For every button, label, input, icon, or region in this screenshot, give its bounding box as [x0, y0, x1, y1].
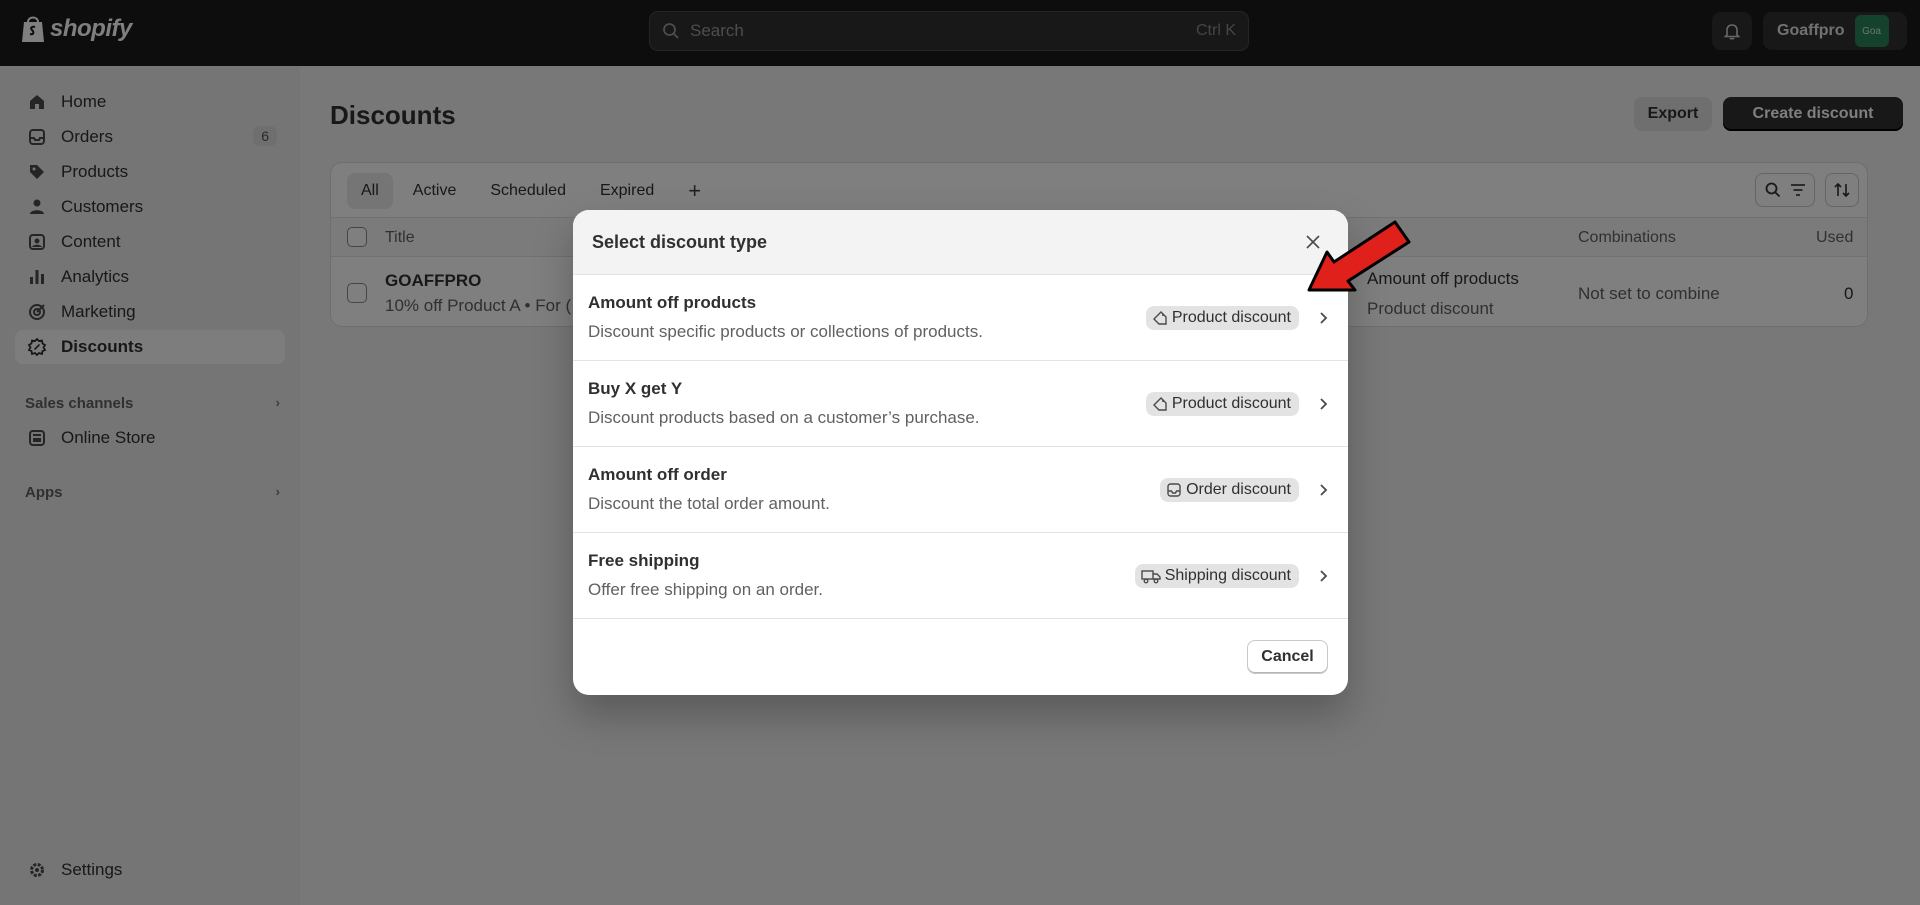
option-amount-off-products[interactable]: Amount off products Discount specific pr… [573, 275, 1348, 361]
option-title: Buy X get Y [588, 379, 683, 398]
option-description: Discount the total order amount. [588, 494, 830, 513]
select-discount-type-modal: Select discount type Amount off products… [573, 210, 1348, 695]
option-description: Offer free shipping on an order. [588, 580, 824, 599]
modal-header: Select discount type [573, 210, 1348, 275]
cancel-button[interactable]: Cancel [1247, 640, 1328, 674]
badge-label: Shipping discount [1164, 567, 1291, 584]
option-title: Free shipping [588, 551, 700, 570]
discount-class-badge: Order discount [1160, 478, 1299, 502]
option-amount-off-order[interactable]: Amount off order Discount the total orde… [573, 447, 1348, 533]
option-description: Discount specific products or collection… [588, 322, 983, 341]
annotation-arrow-icon [1307, 220, 1411, 292]
discount-class-badge: Product discount [1145, 392, 1299, 416]
badge-label: Order discount [1186, 481, 1291, 498]
option-title: Amount off order [588, 465, 727, 484]
badge-label: Product discount [1171, 395, 1291, 412]
badge-label: Product discount [1171, 309, 1291, 326]
tag-icon [1152, 311, 1167, 325]
modal-footer: Cancel [573, 620, 1348, 695]
discount-class-badge: Shipping discount [1134, 564, 1299, 588]
modal-title: Select discount type [592, 232, 768, 252]
option-free-shipping[interactable]: Free shipping Offer free shipping on an … [573, 533, 1348, 619]
chevron-right-icon [1320, 312, 1328, 324]
chevron-right-icon [1320, 484, 1328, 496]
chevron-right-icon [1320, 570, 1328, 582]
option-buy-x-get-y[interactable]: Buy X get Y Discount products based on a… [573, 361, 1348, 447]
option-description: Discount products based on a customer’s … [588, 408, 980, 427]
option-title: Amount off products [588, 293, 757, 312]
truck-icon [1140, 570, 1161, 584]
inbox-icon [1167, 483, 1181, 497]
chevron-right-icon [1320, 398, 1328, 410]
discount-class-badge: Product discount [1145, 306, 1299, 330]
tag-icon [1152, 397, 1167, 411]
